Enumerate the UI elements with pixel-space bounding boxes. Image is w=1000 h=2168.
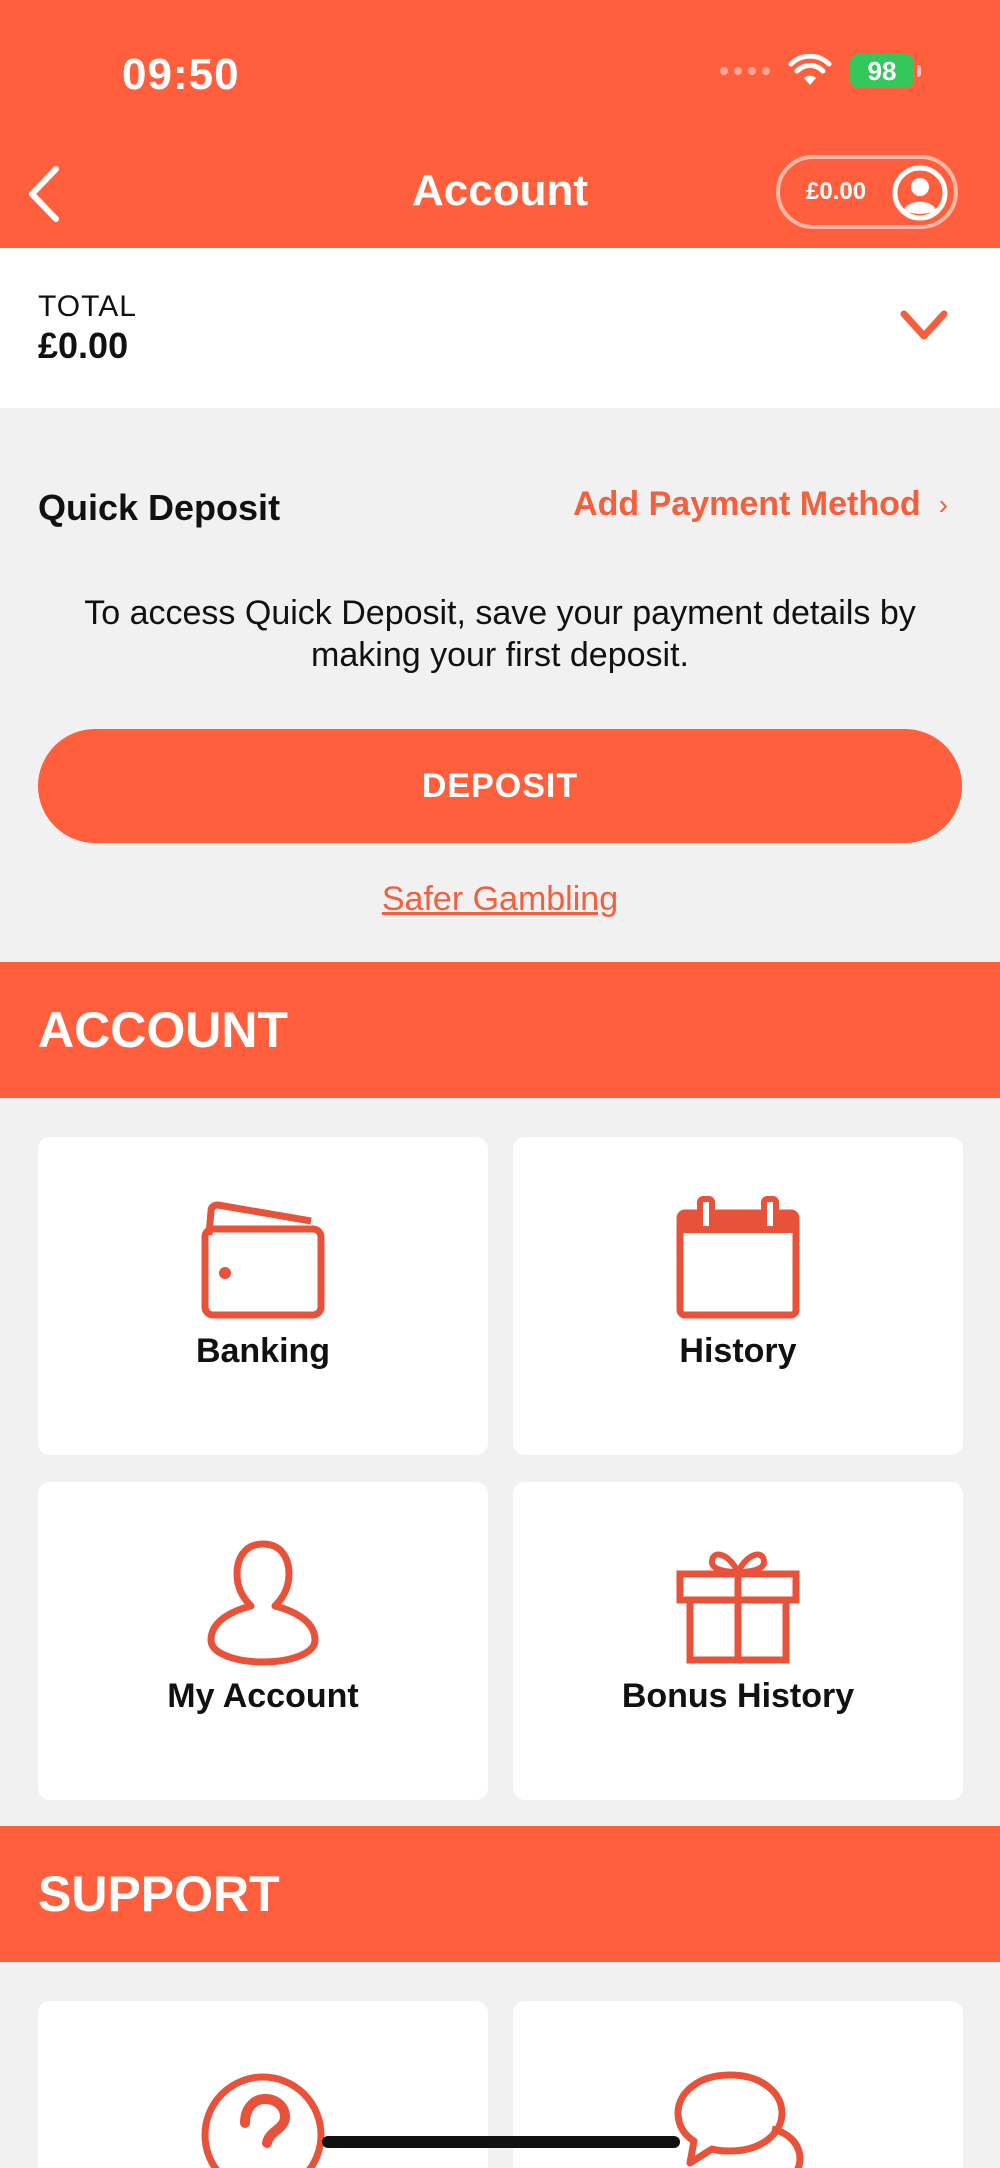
app-header: 09:50 98 Account £0.00 [0, 0, 1000, 248]
balance-account-button[interactable]: £0.00 [776, 155, 958, 229]
user-icon [207, 1540, 319, 1666]
my-account-tile[interactable]: My Account [38, 1482, 488, 1800]
status-icons: 98 [720, 54, 921, 88]
banking-tile[interactable]: Banking [38, 1137, 488, 1455]
bonus-history-label: Bonus History [621, 1677, 855, 1715]
battery-level: 98 [867, 55, 897, 86]
wallet-icon [201, 1201, 325, 1319]
bonus-history-tile[interactable]: Bonus History [513, 1482, 963, 1800]
my-account-label: My Account [167, 1677, 359, 1715]
chevron-down-icon[interactable] [898, 306, 950, 346]
battery-icon: 98 [850, 54, 921, 88]
support-section-heading: SUPPORT [0, 1826, 1000, 1962]
gift-icon [676, 1551, 800, 1664]
add-payment-method-link[interactable]: Add Payment Method › [573, 485, 948, 524]
chat-icon [674, 2071, 804, 2168]
history-label: History [679, 1332, 797, 1370]
quick-deposit-title: Quick Deposit [38, 487, 281, 528]
calendar-icon [676, 1196, 800, 1319]
add-payment-method-label: Add Payment Method [573, 485, 921, 523]
quick-deposit-message: To access Quick Deposit, save your payme… [84, 594, 916, 674]
total-label: TOTAL [38, 290, 137, 323]
total-balance-bar[interactable] [0, 248, 1000, 408]
safer-gambling-link[interactable]: Safer Gambling [0, 880, 1000, 919]
header-balance: £0.00 [806, 178, 867, 205]
avatar-icon [892, 165, 948, 221]
signal-icon [720, 67, 770, 75]
deposit-button[interactable]: DEPOSIT [38, 729, 962, 843]
banking-label: Banking [195, 1332, 331, 1370]
history-tile[interactable]: History [513, 1137, 963, 1455]
total-amount: £0.00 [38, 325, 129, 366]
account-section-heading: ACCOUNT [0, 962, 1000, 1098]
status-time: 09:50 [122, 50, 240, 99]
help-icon [201, 2073, 325, 2168]
home-indicator [322, 2136, 680, 2148]
chevron-right-icon: › [938, 488, 948, 520]
wifi-icon [788, 54, 832, 85]
